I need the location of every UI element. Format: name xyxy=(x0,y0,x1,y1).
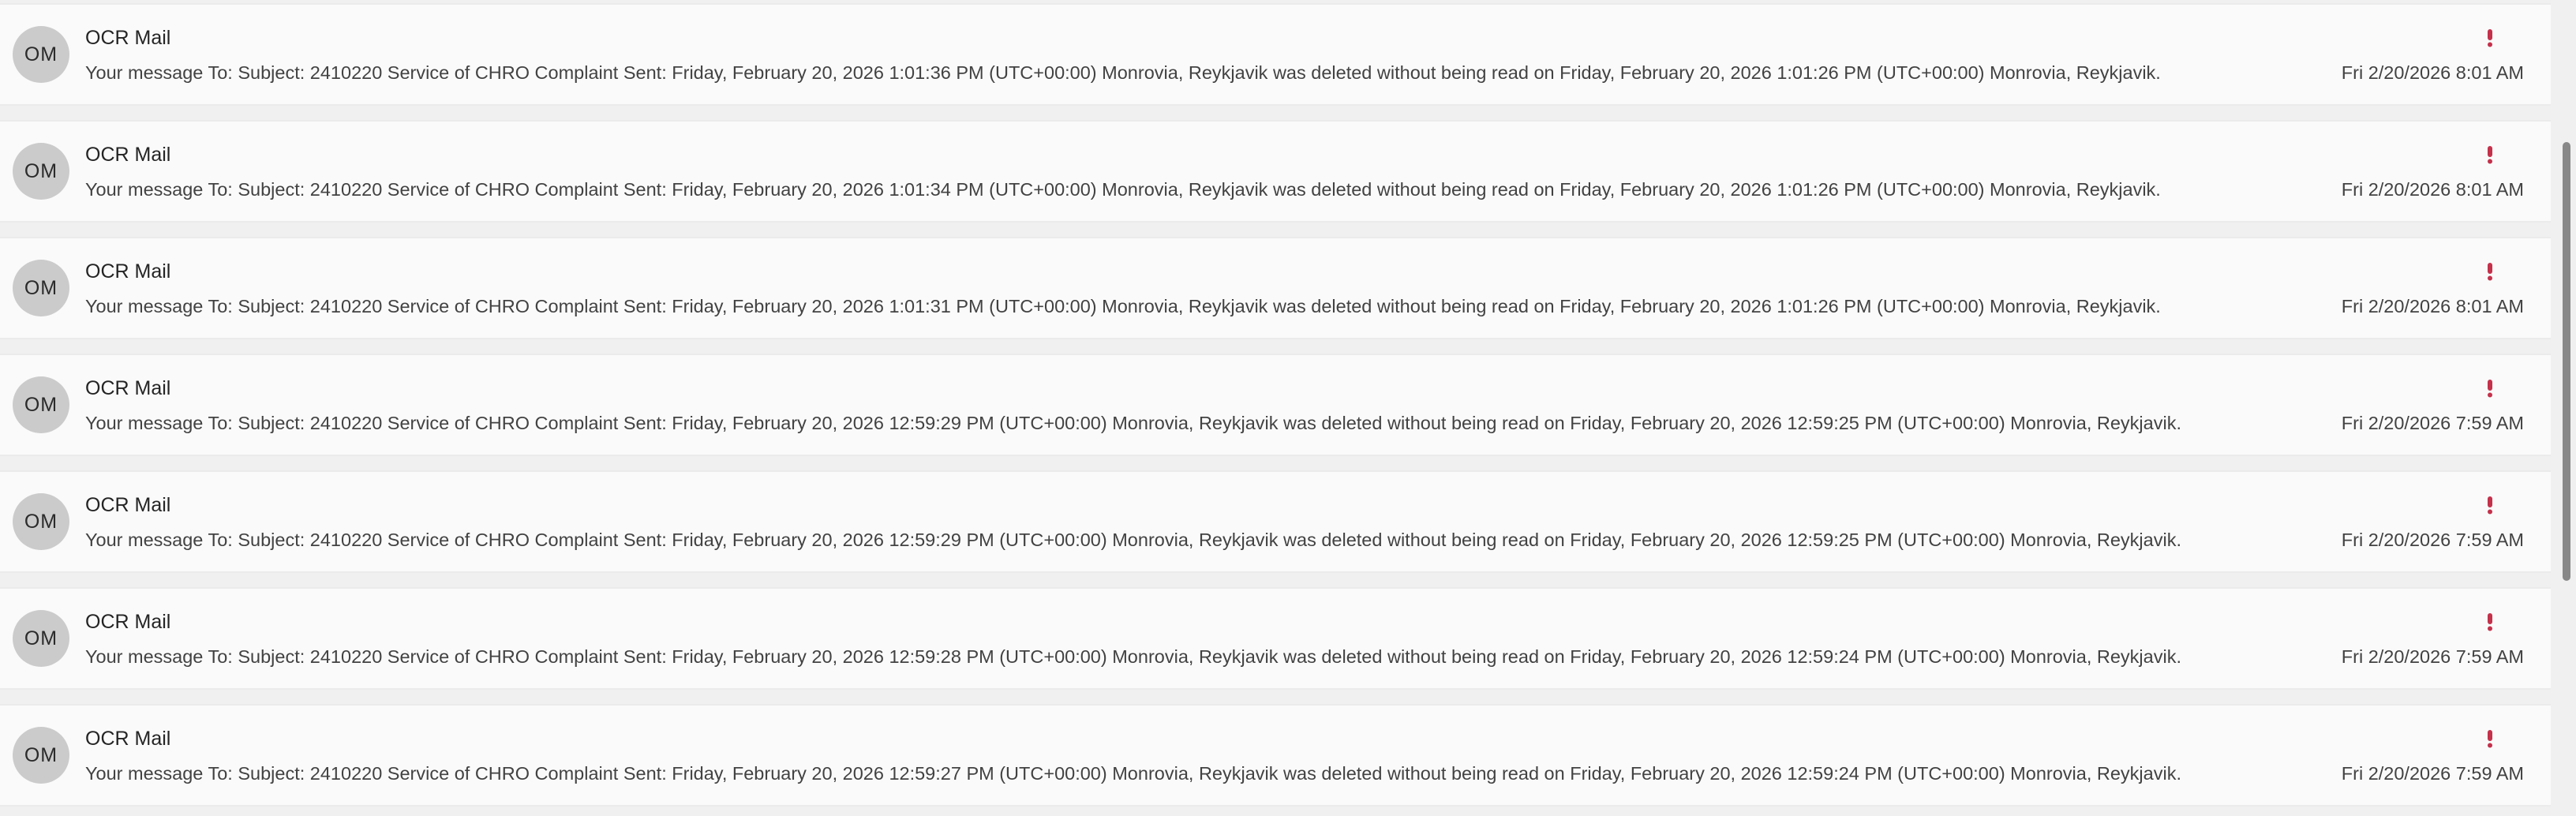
message-row[interactable]: OM OCR Mail Your message To: Subject: 24… xyxy=(0,354,2551,456)
message-preview: Your message To: Subject: 2410220 Servic… xyxy=(85,62,2161,83)
high-importance-icon xyxy=(2488,146,2492,164)
sender-name: OCR Mail xyxy=(85,377,171,399)
received-date: Fri 2/20/2026 7:59 AM xyxy=(2341,763,2524,784)
high-importance-icon xyxy=(2488,730,2492,748)
received-date: Fri 2/20/2026 7:59 AM xyxy=(2341,530,2524,550)
sender-name: OCR Mail xyxy=(85,494,171,516)
message-row[interactable]: OM OCR Mail Your message To: Subject: 24… xyxy=(0,470,2551,573)
high-importance-icon xyxy=(2488,29,2492,47)
sender-name: OCR Mail xyxy=(85,728,171,750)
message-row[interactable]: OM OCR Mail Your message To: Subject: 24… xyxy=(0,587,2551,690)
message-preview: Your message To: Subject: 2410220 Servic… xyxy=(85,296,2161,316)
message-list: OM OCR Mail Your message To: Subject: 24… xyxy=(0,0,2551,816)
message-preview: Your message To: Subject: 2410220 Servic… xyxy=(85,530,2181,550)
avatar: OM xyxy=(13,376,69,433)
avatar: OM xyxy=(13,610,69,667)
received-date: Fri 2/20/2026 8:01 AM xyxy=(2341,296,2524,316)
sender-name: OCR Mail xyxy=(85,27,171,49)
avatar: OM xyxy=(13,143,69,200)
high-importance-icon xyxy=(2488,380,2492,398)
high-importance-icon xyxy=(2488,613,2492,631)
message-row[interactable]: OM OCR Mail Your message To: Subject: 24… xyxy=(0,704,2551,807)
message-preview: Your message To: Subject: 2410220 Servic… xyxy=(85,763,2181,784)
avatar: OM xyxy=(13,727,69,784)
sender-name: OCR Mail xyxy=(85,611,171,633)
message-row[interactable]: OM OCR Mail Your message To: Subject: 24… xyxy=(0,3,2551,106)
scrollbar-thumb[interactable] xyxy=(2563,142,2570,581)
sender-name: OCR Mail xyxy=(85,144,171,166)
message-preview: Your message To: Subject: 2410220 Servic… xyxy=(85,413,2181,433)
received-date: Fri 2/20/2026 7:59 AM xyxy=(2341,413,2524,433)
message-preview: Your message To: Subject: 2410220 Servic… xyxy=(85,179,2161,200)
high-importance-icon xyxy=(2488,263,2492,281)
received-date: Fri 2/20/2026 8:01 AM xyxy=(2341,62,2524,83)
avatar: OM xyxy=(13,493,69,550)
received-date: Fri 2/20/2026 8:01 AM xyxy=(2341,179,2524,200)
received-date: Fri 2/20/2026 7:59 AM xyxy=(2341,646,2524,667)
vertical-scrollbar[interactable] xyxy=(2557,0,2576,816)
avatar: OM xyxy=(13,26,69,83)
sender-name: OCR Mail xyxy=(85,260,171,283)
avatar: OM xyxy=(13,260,69,316)
message-row[interactable]: OM OCR Mail Your message To: Subject: 24… xyxy=(0,120,2551,223)
message-row[interactable]: OM OCR Mail Your message To: Subject: 24… xyxy=(0,237,2551,339)
high-importance-icon xyxy=(2488,496,2492,515)
message-preview: Your message To: Subject: 2410220 Servic… xyxy=(85,646,2181,667)
